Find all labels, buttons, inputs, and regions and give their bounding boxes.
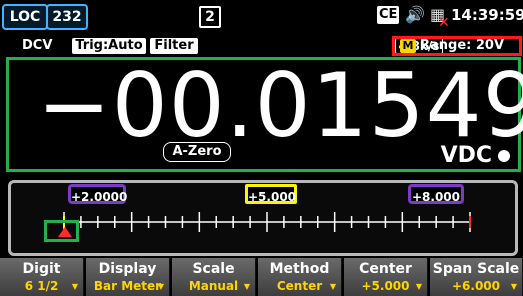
softkey-method[interactable]: Method Center ▼ bbox=[258, 258, 342, 296]
clock: 14:39:59 bbox=[451, 6, 523, 24]
softkey-display[interactable]: Display Bar Meter ▼ bbox=[86, 258, 170, 296]
chevron-down-icon: ▼ bbox=[329, 282, 336, 291]
main-reading-panel: −00.01549 A-Zero VDC bbox=[6, 54, 523, 172]
address-badge: 232 bbox=[46, 4, 88, 30]
ce-icon: CE bbox=[377, 6, 400, 24]
chevron-down-icon: ▼ bbox=[157, 282, 164, 291]
remote-mode-badge: LOC bbox=[2, 4, 48, 30]
speaker-icon: 🔊 bbox=[405, 5, 425, 24]
filter-badge: Filter bbox=[150, 38, 198, 54]
softkey-center[interactable]: Center +5.000 ▼ bbox=[344, 258, 428, 296]
reading-arrow-highlight bbox=[44, 220, 79, 242]
softkey-bar: Digit 6 1/2 ▼ Display Bar Meter ▼ Scale Manua… bbox=[0, 258, 523, 296]
softkey-digit[interactable]: Digit 6 1/2 ▼ bbox=[0, 258, 84, 296]
function-label: DCV bbox=[6, 38, 66, 54]
trigger-mode-badge: Trig:Auto bbox=[72, 38, 146, 54]
tab-number: 2 bbox=[199, 6, 221, 28]
unit-label: VDC bbox=[430, 144, 510, 168]
softkey-scale[interactable]: Scale Manual ▼ bbox=[172, 258, 256, 296]
status-dot-icon bbox=[498, 150, 510, 162]
manual-range-badge: M bbox=[400, 39, 416, 53]
status-bar: LOC 232 2 CE 🔊 ▦ ✕ 14:39:59 bbox=[0, 0, 523, 36]
chevron-down-icon: ▼ bbox=[510, 282, 517, 291]
chevron-down-icon: ▼ bbox=[243, 282, 250, 291]
meter-center-label: +5.000 bbox=[245, 184, 297, 204]
meter-right-label: +8.000 bbox=[408, 184, 464, 204]
chevron-down-icon: ▼ bbox=[415, 282, 422, 291]
meter-left-label: +2.0000 bbox=[68, 184, 127, 204]
lan-disconnected-icon: ▦ ✕ bbox=[430, 5, 450, 31]
measurement-reading: −00.01549 bbox=[37, 54, 523, 157]
range-label: Range: 20V bbox=[420, 38, 505, 53]
softkey-span-scale[interactable]: Span Scale +6.000 ▼ bbox=[430, 258, 523, 296]
auto-zero-badge: A-Zero bbox=[163, 142, 231, 162]
chevron-down-icon: ▼ bbox=[71, 282, 78, 291]
